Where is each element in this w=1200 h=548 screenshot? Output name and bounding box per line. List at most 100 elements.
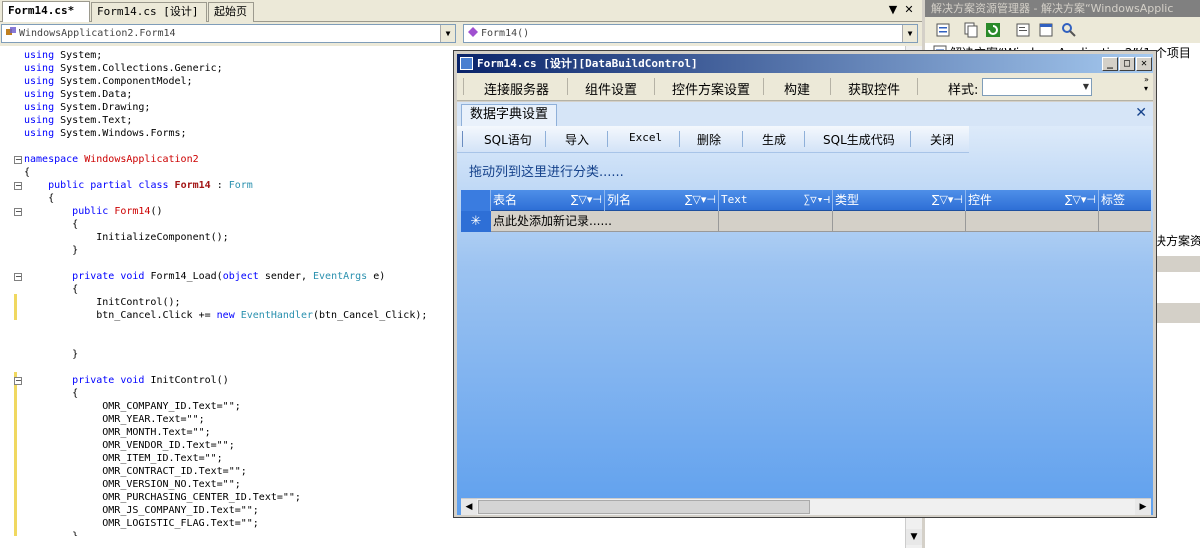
tab-data-dictionary[interactable]: 数据字典设置 [461,104,558,126]
class-selector-value: WindowsApplication2.Form14 [19,28,176,39]
partial-panel-label: 决方案资 [1154,234,1200,248]
column-header-label-col[interactable]: 标签 [1099,190,1151,211]
close-document-icon[interactable]: ✕ [902,3,916,17]
chevron-down-icon[interactable]: ▼ [1083,79,1089,95]
code-line: private void Form14_Load(object sender, … [72,271,386,282]
column-header-table-name[interactable]: 表名 ∑▽▾⊣ [491,190,605,211]
code-line: OMR_YEAR.Text=""; [24,414,205,425]
fold-toggle-icon[interactable]: − [14,208,22,216]
inner-tab-strip: 数据字典设置 ✕ [457,102,1153,126]
close-tab-icon[interactable]: ✕ [1135,105,1147,121]
member-selector[interactable]: Form14() ▼ [463,24,918,43]
scroll-right-icon[interactable]: ▶ [1135,499,1151,515]
grid-cell[interactable] [966,211,1099,232]
fold-toggle-icon[interactable]: − [14,377,22,385]
code-line: public Form14() [72,206,163,217]
code-line: { [24,219,79,230]
show-all-files-icon[interactable] [963,22,979,38]
tab-form14-design[interactable]: Form14.cs [设计] [91,2,207,22]
code-line: using System.Collections.Generic; [24,63,223,74]
design-form-window: Form14.cs [设计][DataBuildControl] _ □ ✕ 连… [453,50,1157,518]
code-line: { [24,193,55,204]
separator [804,131,805,147]
form-title-bar[interactable]: Form14.cs [设计][DataBuildControl] _ □ ✕ [457,54,1153,73]
toolbar-overflow-icon[interactable]: » ▾ [1144,75,1149,93]
control-scheme-settings-button[interactable]: 控件方案设置 [672,79,750,98]
dictionary-toolbar: SQL语句 导入 Excel 删除 生成 SQL生成代码 关闭 [457,126,969,153]
grid-horizontal-scrollbar[interactable]: ◀ ▶ [461,498,1151,515]
scroll-down-icon[interactable]: ▼ [906,529,922,545]
form-icon [460,57,473,70]
code-line: using System.Windows.Forms; [24,128,187,139]
new-record-row[interactable]: ✳ 点此处添加新记录...... [461,211,1151,232]
separator [742,131,743,147]
code-line: { [24,167,31,178]
grid-cell[interactable] [719,211,833,232]
code-line: OMR_LOGISTIC_FLAG.Text=""; [24,518,259,529]
get-controls-button[interactable]: 获取控件 [848,79,900,98]
column-header-label: Text [721,193,748,206]
scroll-left-icon[interactable]: ◀ [461,499,477,515]
code-line: namespace WindowsApplication2 [24,154,199,165]
code-line: OMR_VENDOR_ID.Text=""; [24,440,235,451]
properties-icon[interactable] [935,22,951,38]
column-header-label: 列名 [607,193,632,207]
chevron-down-icon[interactable]: ▼ [440,25,455,42]
column-header-control[interactable]: 控件 ∑▽▾⊣ [966,190,1099,211]
column-header-label: 标签 [1101,193,1126,207]
code-line: using System.Drawing; [24,102,151,113]
fold-toggle-icon[interactable]: − [14,273,22,281]
chevron-down-icon[interactable]: ▼ [902,25,917,42]
import-button[interactable]: 导入 [565,131,589,148]
close-icon[interactable]: ✕ [1136,57,1152,71]
separator [545,131,546,147]
separator [679,131,680,147]
class-diagram-icon[interactable] [1061,22,1077,38]
grid-cell[interactable] [1099,211,1151,232]
grid-corner-icon[interactable] [461,190,491,211]
column-header-type[interactable]: 类型 ∑▽▾⊣ [833,190,966,211]
minimize-icon[interactable]: _ [1102,57,1118,71]
column-header-column-name[interactable]: 列名 ∑▽▾⊣ [605,190,719,211]
code-line: OMR_PURCHASING_CENTER_ID.Text=""; [24,492,301,503]
excel-button[interactable]: Excel [629,131,662,144]
tab-form14-cs[interactable]: Form14.cs* [2,1,90,22]
component-settings-button[interactable]: 组件设置 [585,79,637,98]
fold-toggle-icon[interactable]: − [14,182,22,190]
code-line: private void InitControl() [72,375,229,386]
group-by-hint[interactable]: 拖动列到这里进行分类...... [469,161,624,180]
column-header-text[interactable]: Text ∑▽▾⊣ [719,190,833,211]
panel-divider [1155,303,1200,323]
sql-statement-button[interactable]: SQL语句 [484,131,532,148]
tab-start-page[interactable]: 起始页 [208,2,254,22]
code-line: OMR_ITEM_ID.Text=""; [24,453,223,464]
close-button[interactable]: 关闭 [930,131,954,148]
column-ops-icon[interactable]: ∑▽▾⊣ [1065,190,1096,210]
build-button[interactable]: 构建 [784,79,810,98]
new-record-cell[interactable]: 点此处添加新记录...... [491,211,719,232]
refresh-icon[interactable] [985,22,1001,38]
connect-server-button[interactable]: 连接服务器 [484,79,549,98]
column-header-label: 表名 [493,193,518,207]
column-ops-icon[interactable]: ∑▽▾⊣ [932,190,963,210]
maximize-icon[interactable]: □ [1119,57,1135,71]
class-selector[interactable]: WindowsApplication2.Form14 ▼ [1,24,456,43]
style-select[interactable]: ▼ [982,78,1092,96]
style-label: 样式: [948,83,979,98]
code-line: OMR_COMPANY_ID.Text=""; [24,401,241,412]
view-code-icon[interactable] [1015,22,1031,38]
view-designer-icon[interactable] [1038,22,1054,38]
code-line: InitializeComponent(); [24,232,229,243]
tab-list-dropdown-icon[interactable]: ▼ [886,3,900,17]
column-ops-icon[interactable]: ∑▽▾⊣ [685,190,716,210]
column-ops-icon[interactable]: ∑▽▾⊣ [804,190,831,210]
code-line: public partial class Form14 : Form [48,180,253,191]
scroll-thumb[interactable] [478,500,810,514]
fold-toggle-icon[interactable]: − [14,156,22,164]
generate-button[interactable]: 生成 [762,131,786,148]
sql-generate-code-button[interactable]: SQL生成代码 [823,131,895,148]
delete-button[interactable]: 删除 [697,131,721,148]
code-line: using System.Text; [24,115,133,126]
column-ops-icon[interactable]: ∑▽▾⊣ [571,190,602,210]
grid-cell[interactable] [833,211,966,232]
